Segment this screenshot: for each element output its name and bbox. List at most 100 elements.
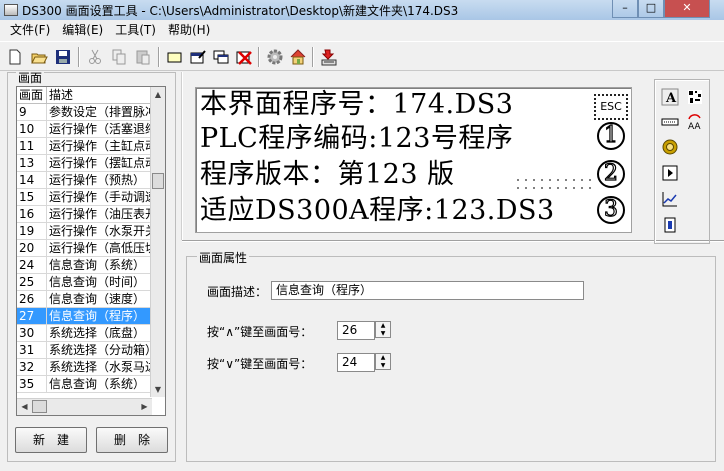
settings-gear-icon[interactable] <box>264 46 286 68</box>
scroll-left-arrow-icon[interactable]: ◀ <box>17 399 32 415</box>
screen-description-cell: 运行操作（手动调速 <box>49 190 151 204</box>
column-header-description[interactable]: 描述 <box>47 87 151 103</box>
lamp-tool-icon[interactable] <box>659 136 681 158</box>
scroll-thumb[interactable] <box>152 173 164 189</box>
vertical-scrollbar[interactable]: ▲ ▼ <box>150 87 165 397</box>
cut-icon[interactable] <box>84 46 106 68</box>
table-row[interactable]: 35 信息查询（系统） <box>17 376 165 393</box>
preview-line-2[interactable]: PLC程序编码:123号程序 <box>200 124 513 154</box>
scroll-right-arrow-icon[interactable]: ▶ <box>137 399 152 415</box>
circled-one-icon[interactable]: 1 <box>594 118 628 150</box>
menu-bar: 文件(F) 编辑(E) 工具(T) 帮助(H) <box>0 21 724 39</box>
screen-properties-group: 画面属性 画面描述： 信息查询（程序） 按“∧”键至画面号： 26 ▲ ▼ 按“∨… <box>186 249 716 462</box>
column-header-screen[interactable]: 画面 <box>17 87 47 103</box>
table-row[interactable]: 27 信息查询（程序） <box>17 308 165 325</box>
export-icon[interactable] <box>318 46 340 68</box>
menu-edit[interactable]: 编辑(E) <box>56 21 109 39</box>
home-icon[interactable] <box>287 46 309 68</box>
screen-description-cell: 参数设定（排置脉冲 <box>49 105 151 119</box>
down-key-screen-input[interactable]: 24 <box>337 353 375 372</box>
menu-file[interactable]: 文件(F) <box>4 21 56 39</box>
table-row[interactable]: 16 运行操作（油压表开 <box>17 206 165 223</box>
circled-three-icon[interactable]: 3 <box>594 192 628 224</box>
circled-two-icon[interactable]: 2 <box>594 156 628 188</box>
description-input[interactable]: 信息查询（程序） <box>271 281 584 300</box>
spin-up-arrow-icon[interactable]: ▲ <box>376 322 390 330</box>
table-row[interactable]: 24 信息查询（系统） <box>17 257 165 274</box>
table-row[interactable]: 32 系统选择（水泵马达 <box>17 359 165 376</box>
toolbar-separator <box>312 47 314 67</box>
screen-description-cell: 运行操作（活塞退缩 <box>49 122 151 136</box>
trend-chart-tool-icon[interactable] <box>659 188 681 210</box>
scroll-up-arrow-icon[interactable]: ▲ <box>151 87 165 102</box>
table-row[interactable]: 10 运行操作（活塞退缩 <box>17 121 165 138</box>
maximize-button[interactable]: □ <box>638 0 664 18</box>
esc-key-icon[interactable]: ESC <box>594 94 628 120</box>
tool-palette: A AA <box>654 79 710 244</box>
table-row[interactable]: 25 信息查询（时间） <box>17 274 165 291</box>
minimize-button[interactable]: – <box>612 0 638 18</box>
preview-line-4[interactable]: 适应DS300A程序:123.DS3 <box>200 196 555 226</box>
table-row[interactable]: 19 运行操作（水泵开关 <box>17 223 165 240</box>
input-field-tool-icon[interactable] <box>659 111 681 133</box>
screen-number-cell: 31 <box>17 342 47 358</box>
splitter-vertical[interactable] <box>181 72 183 240</box>
copy-icon[interactable] <box>108 46 130 68</box>
scroll-thumb[interactable] <box>32 400 47 413</box>
menu-tools[interactable]: 工具(T) <box>109 21 162 39</box>
window-delete-icon[interactable] <box>233 46 255 68</box>
down-key-spinner[interactable]: ▲ ▼ <box>375 353 391 370</box>
bitmap-tool-icon[interactable] <box>684 86 706 108</box>
button-tool-icon[interactable] <box>659 162 681 184</box>
text-tool-icon[interactable]: A <box>659 86 681 108</box>
table-row[interactable]: 20 运行操作（高低压切 <box>17 240 165 257</box>
table-row[interactable]: 30 系统选择（底盘） <box>17 325 165 342</box>
splitter-horizontal[interactable] <box>182 240 724 242</box>
list-rows: 9 参数设定（排置脉冲 10 运行操作（活塞退缩 11 运行操作（主缸点动 13 运行操作（摆… <box>17 104 165 393</box>
scroll-down-arrow-icon[interactable]: ▼ <box>151 382 165 397</box>
spin-down-arrow-icon[interactable]: ▼ <box>376 330 390 338</box>
table-row[interactable]: 31 系统选择（分动箱） <box>17 342 165 359</box>
screen-description-cell: 信息查询（时间） <box>49 275 146 289</box>
window-edit-icon[interactable] <box>187 46 209 68</box>
window-title: DS300 画面设置工具 - C:\Users\Administrator\De… <box>22 3 459 18</box>
spin-down-arrow-icon[interactable]: ▼ <box>376 362 390 370</box>
menu-help[interactable]: 帮助(H) <box>162 21 216 39</box>
new-file-icon[interactable] <box>4 46 26 68</box>
close-button[interactable]: ✕ <box>664 0 710 18</box>
table-row[interactable]: 14 运行操作（预热） <box>17 172 165 189</box>
meter-tool-icon[interactable] <box>659 214 681 236</box>
new-screen-button[interactable]: 新 建 <box>15 427 87 453</box>
screen-description-cell: 运行操作（预热） <box>49 173 146 187</box>
table-row[interactable]: 13 运行操作（摆缸点动 <box>17 155 165 172</box>
properties-group-title: 画面属性 <box>197 249 250 266</box>
screen-description-cell: 运行操作（油压表开 <box>49 207 151 221</box>
screen-number-cell: 26 <box>17 291 47 307</box>
svg-text:AA: AA <box>688 122 701 131</box>
screen-number-cell: 9 <box>17 104 47 120</box>
save-icon[interactable] <box>52 46 74 68</box>
up-key-screen-input[interactable]: 26 <box>337 321 375 340</box>
spin-up-arrow-icon[interactable]: ▲ <box>376 354 390 362</box>
preview-line-3[interactable]: 程序版本：第123 版 <box>200 160 455 190</box>
screen-description-cell: 运行操作（主缸点动 <box>49 139 151 153</box>
table-row[interactable]: 9 参数设定（排置脉冲 <box>17 104 165 121</box>
preview-line-1[interactable]: 本界面程序号：174.DS3 <box>200 90 513 120</box>
screen-description-cell: 信息查询（速度） <box>49 292 146 306</box>
delete-screen-button[interactable]: 删 除 <box>96 427 168 453</box>
table-row[interactable]: 11 运行操作（主缸点动 <box>17 138 165 155</box>
open-folder-icon[interactable] <box>28 46 50 68</box>
swap-text-tool-icon[interactable]: AA <box>684 111 706 133</box>
window-copy-icon[interactable] <box>210 46 232 68</box>
table-row[interactable]: 26 信息查询（速度） <box>17 291 165 308</box>
rectangle-icon[interactable] <box>164 46 186 68</box>
horizontal-scrollbar[interactable]: ◀ ▶ <box>17 398 152 415</box>
screen-number-cell: 15 <box>17 189 47 205</box>
screen-list[interactable]: 画面 描述 9 参数设定（排置脉冲 10 运行操作（活塞退缩 11 运行操作（主缸点动 13… <box>16 86 166 416</box>
table-row[interactable]: 15 运行操作（手动调速 <box>17 189 165 206</box>
screen-preview[interactable]: 本界面程序号：174.DS3 PLC程序编码:123号程序 程序版本：第123 … <box>195 87 632 233</box>
screen-number-cell: 27 <box>17 308 47 324</box>
screen-description-cell: 运行操作（水泵开关 <box>49 224 151 238</box>
paste-icon[interactable] <box>132 46 154 68</box>
up-key-spinner[interactable]: ▲ ▼ <box>375 321 391 338</box>
